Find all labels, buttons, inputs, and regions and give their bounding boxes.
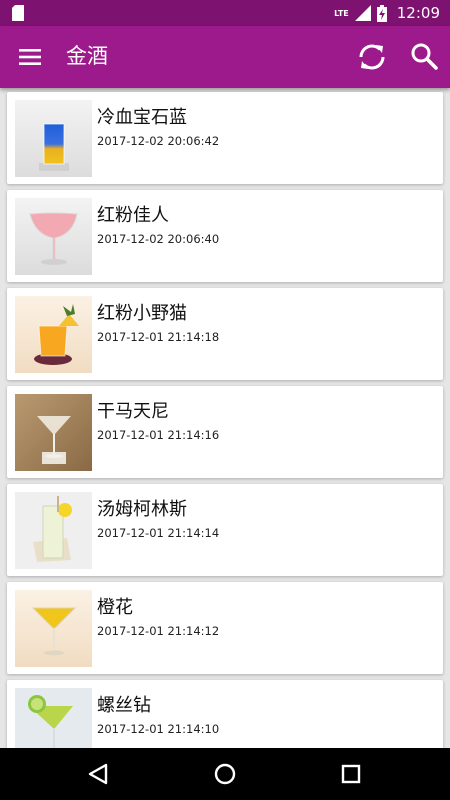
item-timestamp: 2017-12-01 21:14:16 xyxy=(97,428,220,442)
cocktail-list[interactable]: 冷血宝石蓝 2017-12-02 20:06:42 红粉佳人 2017-12-0… xyxy=(0,88,450,748)
sd-card-icon xyxy=(12,5,24,21)
list-item[interactable]: 红粉小野猫 2017-12-01 21:14:18 xyxy=(7,288,443,380)
item-name: 红粉小野猫 xyxy=(97,303,187,324)
list-item[interactable]: 干马天尼 2017-12-01 21:14:16 xyxy=(7,386,443,478)
list-item[interactable]: 汤姆柯林斯 2017-12-01 21:14:14 xyxy=(7,484,443,576)
item-timestamp: 2017-12-01 21:14:10 xyxy=(97,722,220,736)
item-name: 汤姆柯林斯 xyxy=(97,499,187,520)
home-icon xyxy=(214,763,236,785)
cocktail-thumbnail xyxy=(15,100,92,177)
battery-charging-icon xyxy=(376,4,387,22)
signal-icon xyxy=(354,5,371,21)
item-name: 螺丝钻 xyxy=(97,695,151,716)
cocktail-thumbnail xyxy=(15,296,92,373)
clock: 12:09 xyxy=(396,4,440,22)
item-timestamp: 2017-12-01 21:14:12 xyxy=(97,624,220,638)
list-item[interactable]: 红粉佳人 2017-12-02 20:06:40 xyxy=(7,190,443,282)
item-timestamp: 2017-12-02 20:06:42 xyxy=(97,134,220,148)
list-item[interactable]: 橙花 2017-12-01 21:14:12 xyxy=(7,582,443,674)
recents-icon xyxy=(341,764,361,784)
menu-button[interactable] xyxy=(10,37,50,77)
item-name: 橙花 xyxy=(97,597,133,618)
cocktail-thumbnail xyxy=(15,590,92,667)
item-name: 红粉佳人 xyxy=(97,205,169,226)
cocktail-thumbnail xyxy=(15,492,92,569)
cocktail-thumbnail xyxy=(15,688,92,748)
refresh-icon xyxy=(359,44,385,70)
back-button[interactable] xyxy=(78,756,118,792)
search-button[interactable] xyxy=(404,37,444,77)
back-icon xyxy=(88,763,108,785)
menu-icon xyxy=(19,49,41,65)
cocktail-thumbnail xyxy=(15,198,92,275)
item-name: 干马天尼 xyxy=(97,401,169,422)
page-title: 金酒 xyxy=(66,44,108,68)
item-timestamp: 2017-12-02 20:06:40 xyxy=(97,232,220,246)
home-button[interactable] xyxy=(205,756,245,792)
network-type-label: LTE xyxy=(334,8,349,18)
app-bar: 金酒 xyxy=(0,26,450,88)
navigation-bar xyxy=(0,748,450,800)
item-timestamp: 2017-12-01 21:14:14 xyxy=(97,526,220,540)
item-timestamp: 2017-12-01 21:14:18 xyxy=(97,330,220,344)
cocktail-thumbnail xyxy=(15,394,92,471)
recents-button[interactable] xyxy=(331,756,371,792)
list-item[interactable]: 冷血宝石蓝 2017-12-02 20:06:42 xyxy=(7,92,443,184)
item-name: 冷血宝石蓝 xyxy=(97,107,187,128)
status-bar: LTE 12:09 xyxy=(0,0,450,26)
refresh-button[interactable] xyxy=(352,37,392,77)
list-item[interactable]: 螺丝钻 2017-12-01 21:14:10 xyxy=(7,680,443,748)
search-icon xyxy=(411,43,438,70)
